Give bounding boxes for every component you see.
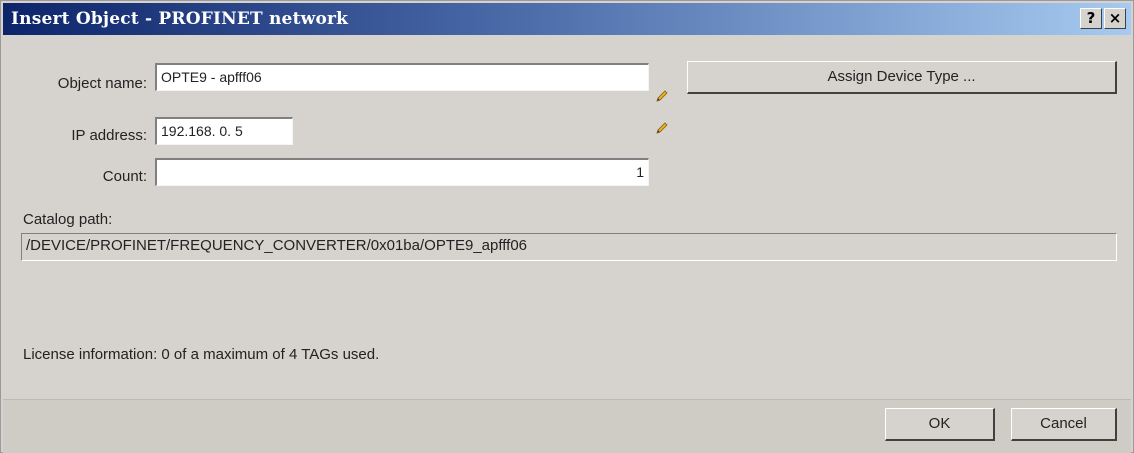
pencil-icon[interactable] bbox=[655, 89, 669, 103]
count-label: Count: bbox=[102, 168, 147, 185]
assign-device-type-button[interactable]: Assign Device Type ... bbox=[687, 61, 1117, 94]
ip-address-label: IP address: bbox=[71, 127, 147, 144]
pencil-icon[interactable] bbox=[655, 121, 669, 135]
object-name-label: Object name: bbox=[57, 75, 147, 92]
ok-button[interactable]: OK bbox=[885, 408, 995, 441]
title-bar[interactable]: Insert Object - PROFINET network ? × bbox=[3, 3, 1131, 35]
ip-address-field[interactable]: 192.168. 0. 5 bbox=[155, 117, 293, 145]
insert-object-dialog: Insert Object - PROFINET network ? × Obj… bbox=[0, 0, 1134, 453]
object-name-field[interactable]: OPTE9 - apfff06 bbox=[155, 63, 649, 91]
license-info-text: License information: 0 of a maximum of 4… bbox=[23, 346, 380, 363]
help-button[interactable]: ? bbox=[1080, 8, 1102, 29]
count-field[interactable]: 1 bbox=[155, 158, 649, 186]
cancel-button[interactable]: Cancel bbox=[1011, 408, 1117, 441]
close-button[interactable]: × bbox=[1104, 8, 1126, 29]
window-title: Insert Object - PROFINET network bbox=[11, 9, 349, 29]
catalog-path-label: Catalog path: bbox=[23, 211, 113, 228]
catalog-path-field: /DEVICE/PROFINET/FREQUENCY_CONVERTER/0x0… bbox=[21, 233, 1117, 261]
